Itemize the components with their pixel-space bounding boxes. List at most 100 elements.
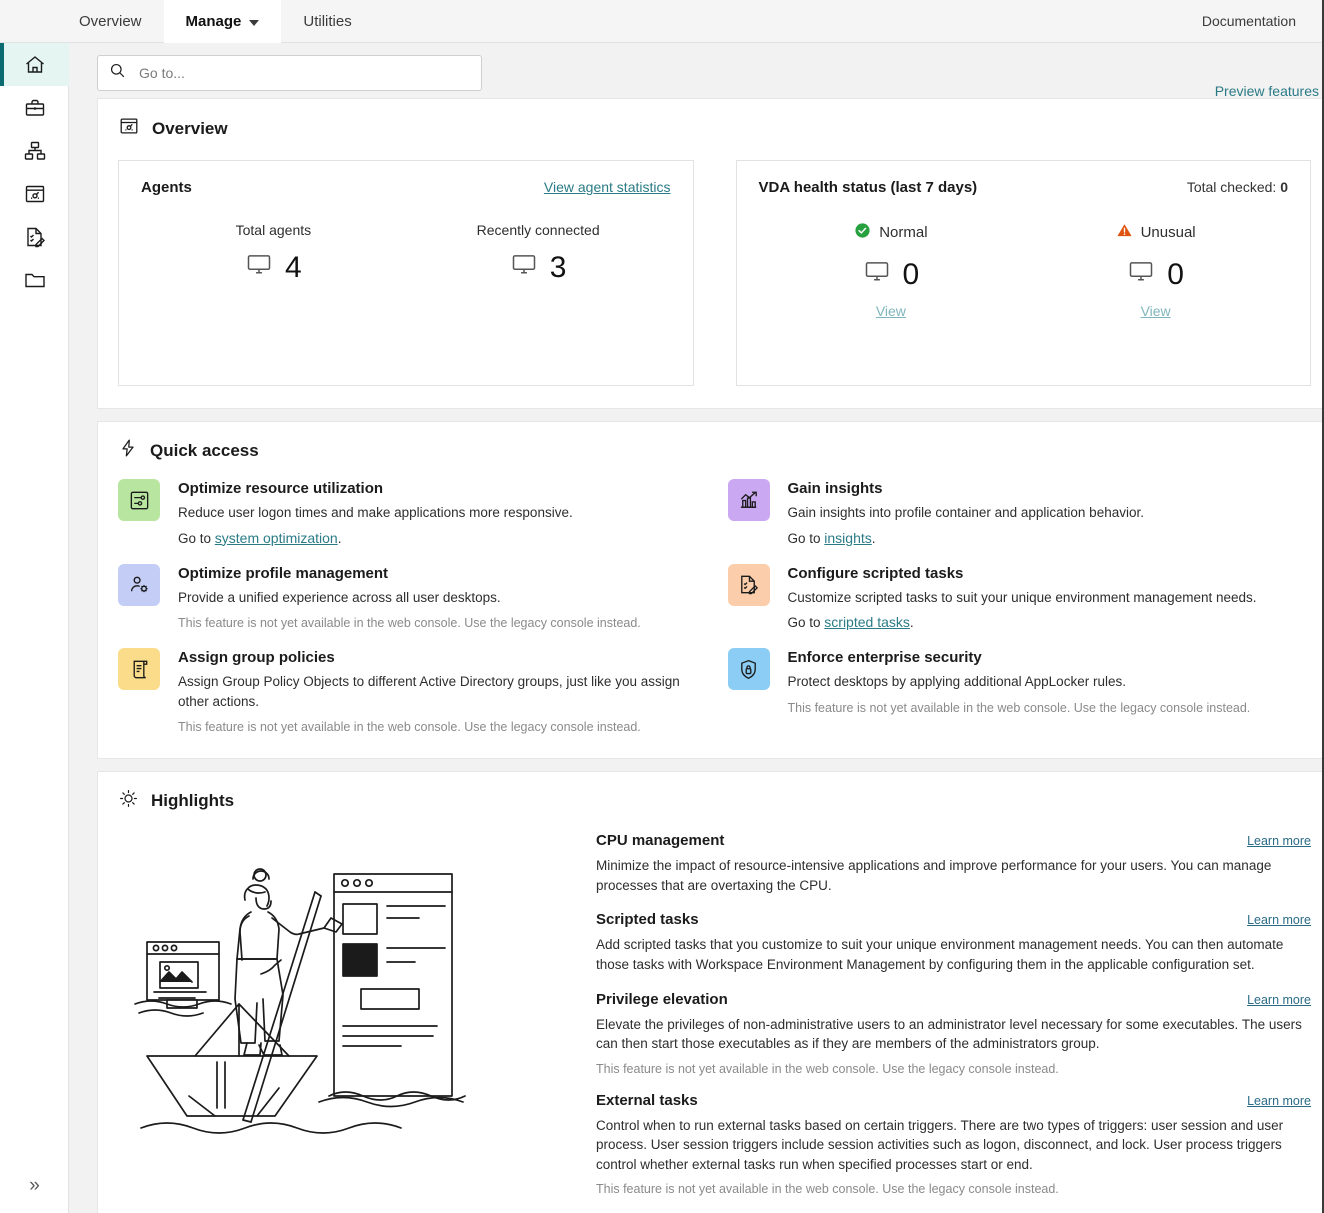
- sidebar-item-home[interactable]: [0, 43, 69, 86]
- sidebar-item-briefcase[interactable]: [0, 86, 69, 129]
- quick-access-item-unavailable: This feature is not yet available in the…: [178, 616, 641, 631]
- stat-vda-normal: Normal 0 View: [759, 222, 1024, 319]
- quick-access-item-title: Optimize resource utilization: [178, 480, 384, 497]
- goto-prefix: Go to: [787, 530, 825, 546]
- sidebar-item-scripted-tasks[interactable]: [0, 215, 69, 258]
- quick-access-header: Quick access: [98, 422, 1324, 467]
- tab-overview[interactable]: Overview: [57, 0, 164, 43]
- quick-access-item-desc: Provide a unified experience across all …: [178, 589, 501, 605]
- goto-suffix: .: [337, 530, 342, 546]
- highlight-item-header: CPU management Learn more: [596, 832, 1311, 849]
- overview-card: Overview Agents View agent statistics To…: [97, 98, 1324, 409]
- dashboard-icon: [23, 182, 47, 206]
- scroll-icon: [118, 648, 160, 691]
- vda-total-checked-value: 0: [1280, 179, 1288, 195]
- quick-access-item-goto: Go to scripted tasks.: [788, 614, 1312, 630]
- sidebar-item-sitemap[interactable]: [0, 129, 69, 172]
- sidebar-expand-button[interactable]: »: [0, 1169, 69, 1203]
- warning-triangle-icon: [1116, 222, 1133, 243]
- highlights-title: Highlights: [151, 791, 235, 811]
- goto-suffix: .: [909, 615, 914, 631]
- highlights-card: Highlights CPU management Learn more Min…: [97, 771, 1324, 1213]
- person-paper-boat-illustration: [118, 822, 570, 1212]
- quick-access-body: Enforce enterprise security Protect desk…: [788, 648, 1312, 734]
- search-box[interactable]: [97, 55, 482, 91]
- quick-access-item-title: Gain insights: [787, 480, 883, 497]
- quick-access-item[interactable]: Gain insights Gain insights into profile…: [727, 479, 1312, 546]
- quick-access-item-unavailable: This feature is not yet available in the…: [178, 720, 641, 735]
- agents-panel-header: Agents View agent statistics: [141, 179, 671, 196]
- goto-suffix: .: [871, 530, 876, 546]
- highlight-item: External tasks Learn more Control when t…: [596, 1092, 1311, 1197]
- view-agent-statistics-link[interactable]: View agent statistics: [544, 179, 671, 195]
- sitemap-icon: [23, 139, 47, 163]
- vda-health-panel-header: VDA health status (last 7 days) Total ch…: [759, 179, 1289, 196]
- tab-overview-label: Overview: [79, 13, 142, 30]
- learn-more-link[interactable]: Learn more: [1247, 993, 1311, 1007]
- highlight-item: CPU management Learn more Minimize the i…: [596, 832, 1311, 895]
- quick-access-item[interactable]: Configure scripted tasks Customize scrip…: [727, 563, 1312, 630]
- stat-vda-unusual-value: 0: [1167, 258, 1184, 291]
- app-root: Overview Manage Utilities Documentation: [0, 0, 1324, 1213]
- vda-normal-view-link[interactable]: View: [876, 303, 906, 319]
- goto-prefix: Go to: [178, 530, 215, 546]
- insights-link[interactable]: insights: [824, 530, 871, 546]
- stat-vda-normal-sub: View: [759, 303, 1024, 319]
- sliders-icon: [118, 479, 160, 521]
- documentation-link[interactable]: Documentation: [1202, 13, 1296, 29]
- quick-access-item[interactable]: Assign group policies Assign Group Polic…: [118, 648, 702, 734]
- double-chevron-right-icon: »: [29, 1175, 40, 1196]
- check-circle-icon: [854, 222, 871, 243]
- main-content: Preview features Overview: [69, 43, 1324, 1213]
- monitor-icon: [1127, 257, 1155, 293]
- highlight-item: Scripted tasks Learn more Add scripted t…: [596, 911, 1311, 974]
- scripted-task-icon: [23, 225, 47, 249]
- learn-more-link[interactable]: Learn more: [1247, 834, 1311, 848]
- home-icon: [23, 53, 47, 77]
- learn-more-link[interactable]: Learn more: [1247, 913, 1311, 927]
- sidebar-item-folder[interactable]: [0, 258, 69, 301]
- overview-panels: Agents View agent statistics Total agent…: [98, 146, 1324, 408]
- quick-access-item[interactable]: Optimize resource utilization Reduce use…: [118, 479, 702, 546]
- highlight-item-header: Scripted tasks Learn more: [596, 911, 1311, 928]
- learn-more-link[interactable]: Learn more: [1247, 1094, 1311, 1108]
- scripted-tasks-link[interactable]: scripted tasks: [824, 614, 910, 630]
- scripted-task-icon: [727, 563, 770, 606]
- overview-card-header: Overview: [98, 99, 1324, 146]
- monitor-icon: [510, 250, 538, 286]
- monitor-icon: [863, 257, 891, 293]
- preview-features-link[interactable]: Preview features: [1215, 83, 1319, 99]
- quick-access-item[interactable]: Enforce enterprise security Protect desk…: [727, 648, 1312, 734]
- tab-manage[interactable]: Manage: [163, 0, 282, 43]
- quick-access-item-unavailable: This feature is not yet available in the…: [787, 700, 1251, 715]
- shield-lock-icon: [727, 648, 770, 691]
- quick-access-body: Optimize resource utilization Reduce use…: [178, 479, 702, 546]
- stat-total-agents-value: 4: [285, 251, 302, 284]
- stat-vda-normal-value-row: 0: [759, 257, 1024, 293]
- quick-access-item-goto: Go to insights.: [788, 530, 1312, 546]
- search-input[interactable]: [137, 64, 471, 82]
- system-optimization-link[interactable]: system optimization: [215, 530, 338, 546]
- vda-unusual-view-link[interactable]: View: [1141, 303, 1171, 319]
- stat-vda-normal-status-label: Normal: [879, 224, 928, 241]
- content-toolbar: Preview features: [69, 43, 1324, 99]
- highlight-item-desc: Elevate the privileges of non-administra…: [596, 1016, 1302, 1052]
- sidebar-item-dashboard[interactable]: [0, 172, 69, 215]
- stat-vda-normal-status: Normal: [759, 222, 1024, 243]
- vda-health-panel-title: VDA health status (last 7 days): [758, 179, 978, 196]
- quick-access-body: Assign group policies Assign Group Polic…: [178, 648, 702, 734]
- tab-utilities-label: Utilities: [303, 13, 352, 30]
- quick-access-item-title: Enforce enterprise security: [787, 649, 982, 667]
- folder-icon: [23, 268, 47, 292]
- chevron-down-icon: [249, 19, 260, 26]
- quick-access-body: Gain insights Gain insights into profile…: [788, 479, 1312, 546]
- quick-access-body: Optimize profile management Provide a un…: [178, 564, 702, 631]
- vda-health-stats: Normal 0 View Unusual 0 View: [759, 222, 1289, 319]
- quick-access-item-desc: Gain insights into profile container and…: [787, 505, 1144, 520]
- highlight-item-desc: Minimize the impact of resource-intensiv…: [596, 858, 1272, 893]
- quick-access-item-title: Assign group policies: [178, 649, 335, 667]
- tab-utilities[interactable]: Utilities: [281, 0, 373, 43]
- quick-access-item[interactable]: Optimize profile management Provide a un…: [118, 563, 702, 631]
- lightning-icon: [118, 438, 138, 463]
- stat-total-agents: Total agents 4: [141, 222, 406, 286]
